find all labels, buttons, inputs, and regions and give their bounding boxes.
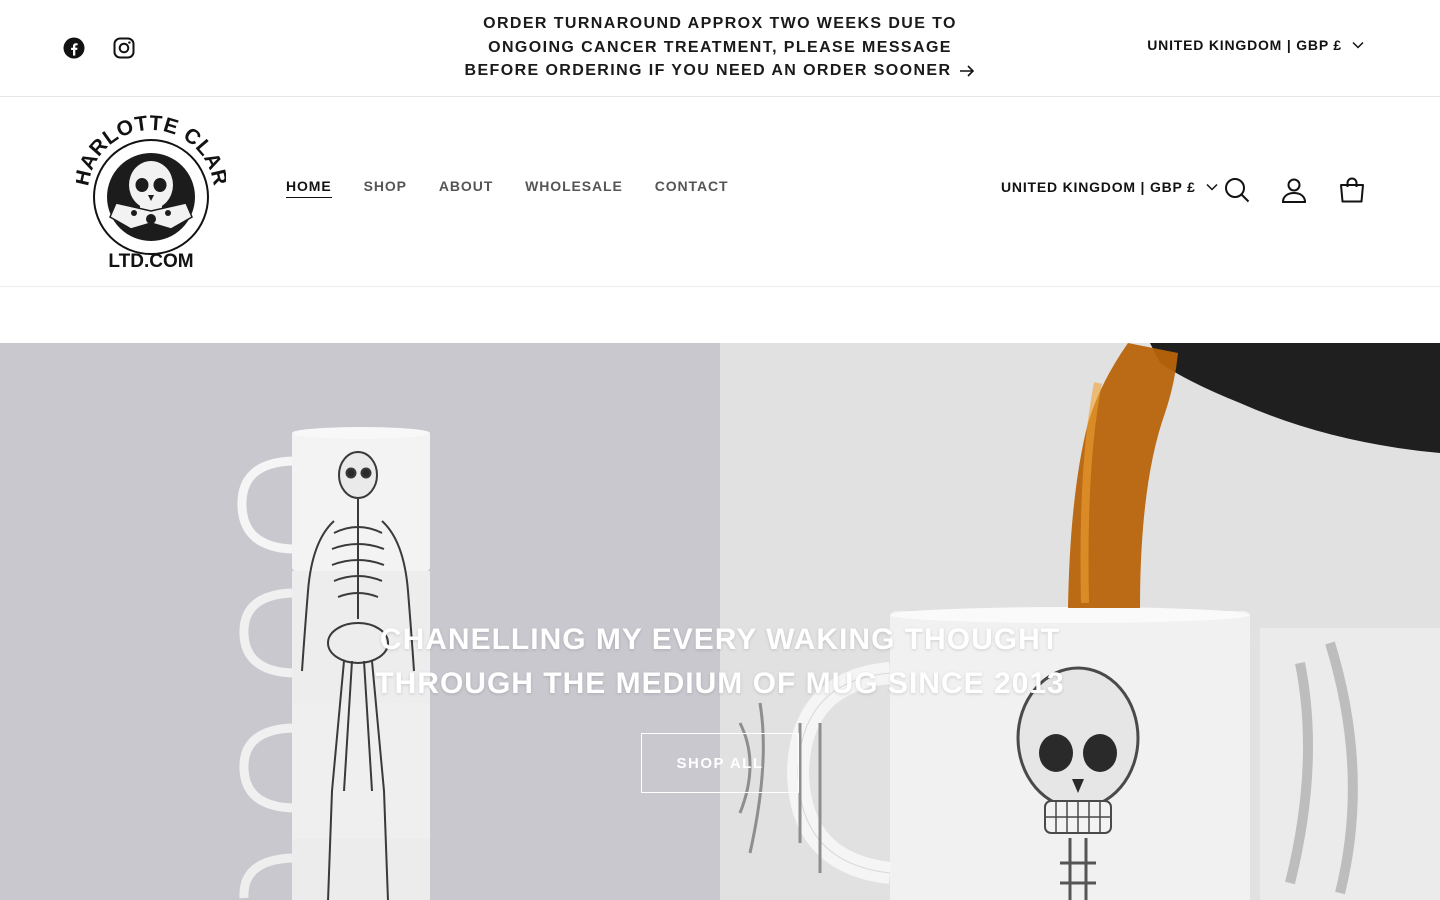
announcement-link[interactable]: Order turnaround approx two weeks due to… bbox=[460, 12, 980, 83]
svg-text:LTD.COM: LTD.COM bbox=[108, 251, 193, 272]
instagram-icon[interactable] bbox=[112, 36, 136, 60]
nav-shop[interactable]: SHOP bbox=[364, 178, 407, 198]
coffee-pot bbox=[1150, 343, 1440, 453]
site-header: CHARLOTTE CLARK LTD.COM HOME SHOP ABOUT … bbox=[0, 89, 1440, 287]
account-icon[interactable] bbox=[1280, 176, 1308, 204]
nav-home[interactable]: HOME bbox=[286, 178, 332, 198]
arrow-right-icon bbox=[960, 65, 975, 77]
shop-all-button[interactable]: SHOP ALL bbox=[641, 733, 799, 793]
announcement-text: Order turnaround approx two weeks due to… bbox=[464, 15, 957, 79]
brand-logo[interactable]: CHARLOTTE CLARK LTD.COM bbox=[68, 89, 231, 277]
hero-title: CHANELLING MY EVERY WAKING THOUGHT THROU… bbox=[375, 623, 1065, 700]
hero-banner: CHANELLING MY EVERY WAKING THOUGHT THROU… bbox=[0, 343, 1440, 900]
chevron-down-icon bbox=[1206, 183, 1218, 191]
announcement-bar: Order turnaround approx two weeks due to… bbox=[0, 0, 1440, 97]
country-selector-header[interactable]: UNITED KINGDOM | GBP £ bbox=[1001, 179, 1218, 195]
social-links bbox=[62, 36, 136, 60]
chevron-down-icon bbox=[1352, 41, 1364, 49]
main-nav: HOME SHOP ABOUT WHOLESALE CONTACT bbox=[286, 178, 728, 198]
country-selector-header-label: UNITED KINGDOM | GBP £ bbox=[1001, 179, 1196, 195]
nav-contact[interactable]: CONTACT bbox=[655, 178, 729, 198]
facebook-icon[interactable] bbox=[62, 36, 86, 60]
nav-wholesale[interactable]: WHOLESALE bbox=[525, 178, 623, 198]
search-icon[interactable] bbox=[1223, 176, 1251, 204]
cart-icon[interactable] bbox=[1338, 176, 1366, 204]
country-selector-label: UNITED KINGDOM | GBP £ bbox=[1147, 37, 1342, 53]
nav-about[interactable]: ABOUT bbox=[439, 178, 493, 198]
country-selector-top[interactable]: UNITED KINGDOM | GBP £ bbox=[1147, 37, 1364, 53]
